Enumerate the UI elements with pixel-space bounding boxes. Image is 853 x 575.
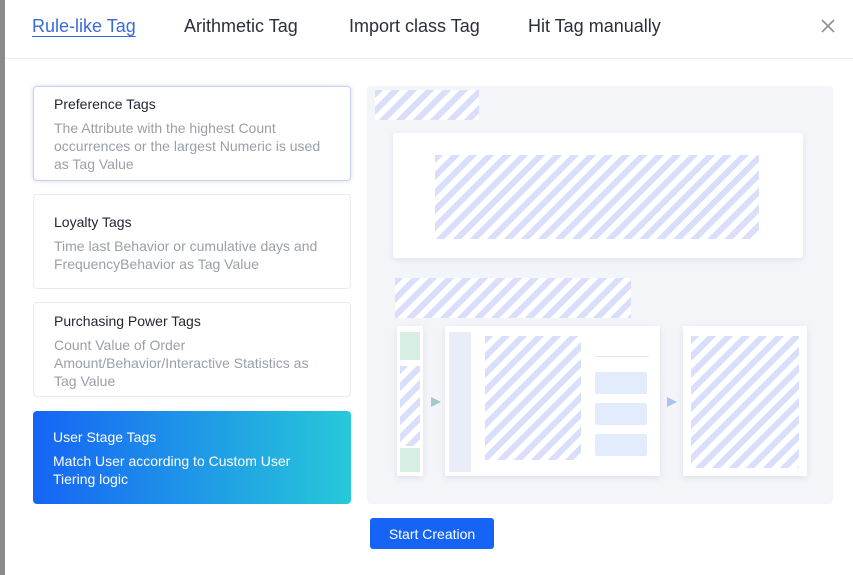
tab-hit-tag-manually[interactable]: Hit Tag manually — [528, 16, 661, 37]
preview-placeholder — [395, 278, 631, 318]
close-icon[interactable] — [818, 16, 838, 36]
tab-arithmetic-tag[interactable]: Arithmetic Tag — [184, 16, 298, 37]
card-title: Preference Tags — [54, 96, 156, 112]
preview-block — [449, 332, 471, 472]
card-title: User Stage Tags — [53, 429, 157, 445]
preview-block — [595, 372, 647, 394]
preview-illustration — [367, 86, 833, 504]
card-preference-tags[interactable]: Preference Tags The Attribute with the h… — [33, 86, 351, 181]
card-description: The Attribute with the highest Count occ… — [54, 120, 321, 172]
card-loyalty-tags[interactable]: Loyalty Tags Time last Behavior or cumul… — [33, 194, 351, 289]
tab-rule-like-tag[interactable]: Rule-like Tag — [32, 16, 136, 37]
preview-divider — [595, 356, 649, 357]
preview-block — [400, 448, 420, 472]
card-description: Count Value of Order Amount/Behavior/Int… — [54, 337, 309, 389]
preview-panel — [397, 326, 423, 476]
card-title: Purchasing Power Tags — [54, 313, 201, 329]
preview-block — [595, 403, 647, 425]
preview-placeholder — [691, 336, 799, 468]
card-user-stage-tags[interactable]: User Stage Tags Match User according to … — [33, 411, 351, 504]
tag-type-dialog: Rule-like Tag Arithmetic Tag Import clas… — [5, 0, 853, 575]
card-purchasing-power-tags[interactable]: Purchasing Power Tags Count Value of Ord… — [33, 302, 351, 397]
card-title: Loyalty Tags — [54, 214, 132, 230]
preview-placeholder — [400, 366, 420, 446]
preview-placeholder — [485, 336, 581, 460]
card-description: Time last Behavior or cumulative days an… — [54, 238, 318, 272]
preview-placeholder — [375, 90, 479, 120]
arrow-right-icon — [667, 397, 677, 407]
preview-panel — [683, 326, 807, 476]
start-creation-button[interactable]: Start Creation — [370, 518, 494, 549]
preview-panel — [393, 133, 803, 258]
preview-panel — [445, 326, 660, 476]
tab-import-class-tag[interactable]: Import class Tag — [349, 16, 480, 37]
tab-bar: Rule-like Tag Arithmetic Tag Import clas… — [5, 0, 853, 59]
arrow-right-icon — [431, 397, 441, 407]
preview-block — [400, 332, 420, 360]
preview-block — [595, 434, 647, 456]
card-description: Match User according to Custom User Tier… — [53, 453, 291, 487]
preview-placeholder — [435, 155, 759, 239]
